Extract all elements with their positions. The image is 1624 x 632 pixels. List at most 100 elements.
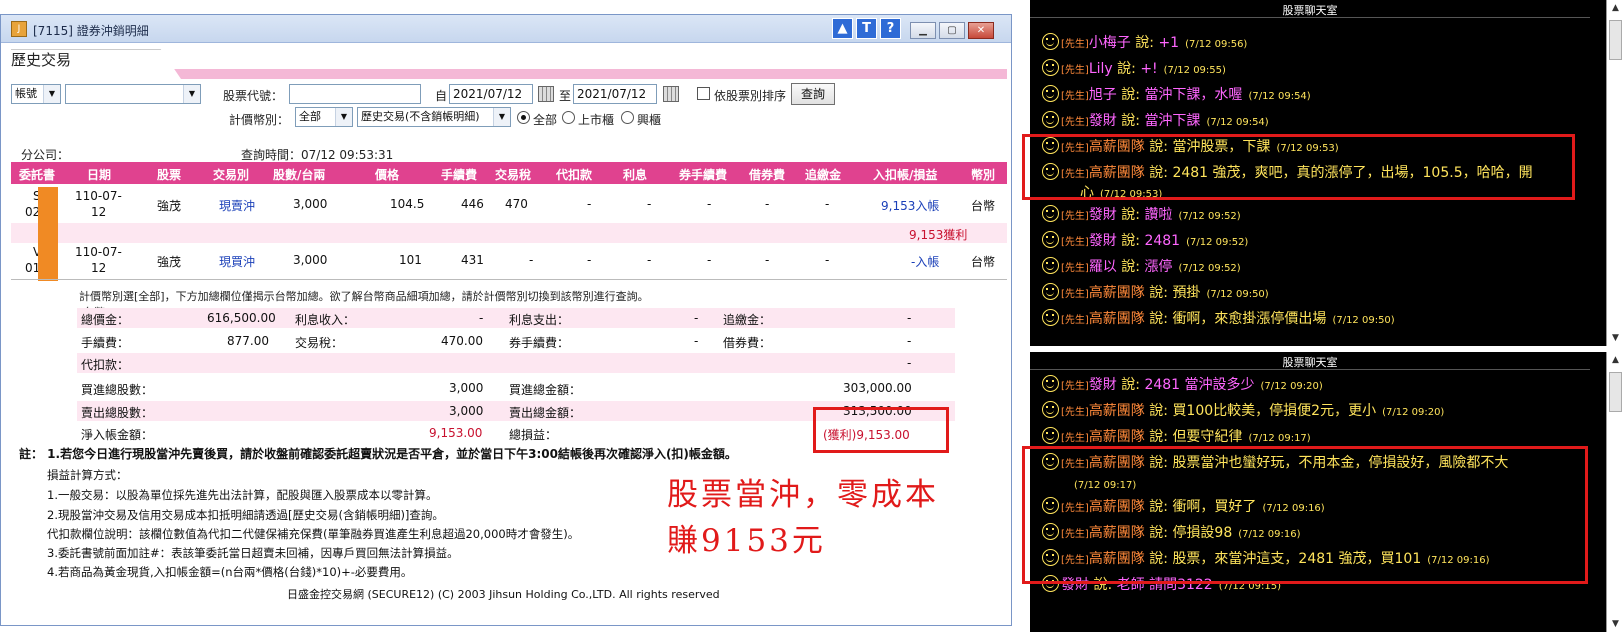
scroll-down-icon[interactable]: ▼: [1607, 330, 1624, 346]
maximize-button[interactable]: ▢: [939, 22, 965, 39]
timestamp: (7/12 09:20): [1382, 407, 1445, 418]
user-name[interactable]: 旭子: [1089, 87, 1117, 103]
summary-buy: 買進總股數： 3,000 買進總金額： 303,000.00: [77, 378, 955, 398]
interest: -: [647, 197, 652, 211]
user-name[interactable]: 發財: [1089, 233, 1117, 249]
date-from-input[interactable]: 2021/07/12: [449, 84, 533, 104]
col-shares: 股數/台兩: [273, 168, 326, 182]
scroll-up-icon[interactable]: ▲: [1607, 352, 1624, 368]
user-name[interactable]: 高薪團隊: [1089, 311, 1145, 327]
account-type-select[interactable]: 帳號 ▼: [11, 84, 61, 104]
user-name[interactable]: 高薪團隊: [1089, 403, 1145, 419]
buy-amount-label: 買進總金額：: [509, 383, 582, 397]
date-line2: 12: [91, 205, 107, 219]
stock-code-label: 股票代號：: [223, 89, 284, 103]
up-arrow-button[interactable]: ▲: [832, 18, 853, 39]
calendar-icon[interactable]: [663, 86, 679, 102]
borrow-fee-value: -: [907, 334, 912, 348]
branch-label: 分公司：: [21, 148, 70, 162]
col-margin-call: 追繳金: [805, 168, 842, 182]
interest-expense-label: 利息支出：: [509, 313, 570, 327]
user-name[interactable]: Lily: [1089, 61, 1113, 77]
borrow-fee: -: [765, 197, 770, 211]
text-button[interactable]: T: [856, 18, 877, 39]
user-name[interactable]: 發財: [1089, 113, 1117, 129]
footnote-line: 1.一般交易：以股為單位採先進先出法計算，配股與匯入股票成本以零計算。: [47, 488, 438, 502]
col-withhold: 代扣款: [556, 168, 593, 182]
scroll-thumb[interactable]: [1609, 20, 1622, 60]
user-name[interactable]: 羅以: [1089, 259, 1117, 275]
user-tag: [先生]: [1061, 433, 1089, 444]
calendar-icon[interactable]: [538, 86, 554, 102]
smiley-icon: [1042, 231, 1059, 248]
message-text: +1: [1158, 35, 1180, 51]
user-tag: [先生]: [1061, 407, 1089, 418]
query-button[interactable]: 查詢: [791, 83, 835, 105]
user-tag: [先生]: [1061, 211, 1089, 222]
fee-label: 手續費：: [81, 336, 130, 350]
chat-message: [先生]小梅子 說: +1 (7/12 09:56): [1042, 32, 1247, 58]
date-to-input[interactable]: 2021/07/12: [573, 84, 657, 104]
scrollbar[interactable]: ▲ ▼: [1606, 352, 1624, 632]
timestamp: (7/12 09:20): [1260, 381, 1323, 392]
trade-type: 現賣沖: [219, 199, 256, 213]
market-radio-emerging[interactable]: [621, 111, 634, 124]
net-value: 9,153.00: [429, 426, 483, 440]
scrollbar[interactable]: ▲ ▼: [1606, 0, 1624, 346]
stock-code-input[interactable]: [289, 84, 421, 104]
section-title: 歷史交易: [11, 51, 72, 69]
user-name[interactable]: 發財: [1089, 377, 1117, 393]
message-text: 但要守紀律: [1172, 429, 1243, 445]
timestamp: (7/12 09:54): [1206, 117, 1269, 128]
user-tag: [先生]: [1061, 289, 1089, 300]
help-button[interactable]: ?: [880, 18, 901, 39]
tax-value: 470.00: [441, 334, 483, 348]
footnote-line: 代扣款欄位說明：該欄位數值為代扣二代健保補充保費(單筆融券買進產生利息超過20,…: [47, 527, 580, 541]
sort-by-stock-checkbox[interactable]: [697, 87, 710, 100]
chat-title: 股票聊天室: [1030, 2, 1590, 18]
said-label: 說:: [1117, 61, 1136, 77]
footnote-line: 2.現股當沖交易及信用交易成本扣抵明細請透過[歷史交易(含銷帳明細)]查詢。: [47, 508, 444, 522]
message-text: 讚啦: [1144, 207, 1173, 223]
user-name[interactable]: 發財: [1089, 207, 1117, 223]
timestamp: (7/12 09:17): [1248, 433, 1311, 444]
table-row[interactable]: V 01 110-07- 12 強茂 現買沖 3,000 101 431 - -…: [11, 243, 1007, 279]
chat-message: [先生]高薪團隊 說: 衝啊，來愈掛漲停價出場 (7/12 09:50): [1042, 308, 1395, 334]
scroll-thumb[interactable]: [1609, 372, 1622, 412]
fee: 446: [461, 197, 484, 211]
date-from-prefix: 自: [435, 89, 448, 103]
table-header: 委託書 日期 股票 交易別 股數/台兩 價格 手續費 交易稅 代扣款 利息 券手…: [11, 162, 1007, 184]
close-button[interactable]: ✕: [968, 22, 994, 39]
user-tag: [先生]: [1061, 263, 1089, 274]
currency-select[interactable]: 全部 ▼: [295, 107, 353, 127]
interest-income-value: -: [479, 311, 484, 325]
chat-message: [先生]高薪團隊 說: 買100比較美，停損便2元，更小 (7/12 09:20): [1042, 400, 1444, 426]
amount: -入帳: [911, 255, 940, 269]
col-fee: 手續費: [441, 168, 478, 182]
user-name[interactable]: 小梅子: [1089, 35, 1131, 51]
user-name[interactable]: 高薪團隊: [1089, 429, 1145, 445]
scroll-down-icon[interactable]: ▼: [1607, 616, 1624, 632]
account-select[interactable]: ▼: [65, 84, 201, 104]
col-borrow-fee: 借券費: [749, 168, 786, 182]
market-option-all: 全部: [533, 113, 558, 127]
amount: 9,153入帳: [881, 199, 940, 213]
chat-title: 股票聊天室: [1030, 354, 1590, 370]
buy-shares-label: 買進總股數：: [81, 383, 154, 397]
date-line1: 110-07-: [75, 245, 122, 259]
market-radio-all[interactable]: [517, 111, 530, 124]
chat1-highlight-box: [1022, 134, 1575, 200]
fee-value: 877.00: [227, 334, 269, 348]
table-row[interactable]: S 02 110-07- 12 強茂 現賣沖 3,000 104.5 446 4…: [11, 187, 1007, 223]
smiley-icon: [1042, 59, 1059, 76]
scroll-up-icon[interactable]: ▲: [1607, 0, 1624, 16]
timestamp: (7/12 09:52): [1186, 237, 1249, 248]
market-radio-listed[interactable]: [562, 111, 575, 124]
chat2-highlight-box: [1022, 446, 1588, 584]
footnote-line: 4.若商品為黃金現貨,入扣帳金額=(n台兩*價格(台錢)*10)+-必要費用。: [47, 565, 413, 579]
minimize-button[interactable]: ▁: [910, 22, 936, 39]
user-name[interactable]: 高薪團隊: [1089, 285, 1145, 301]
tax-label: 交易稅：: [295, 336, 344, 350]
footnote-main: 註： 1.若您今日進行現股當沖先賣後買，請於收盤前確認委託超賣狀況是否平倉，並於…: [19, 447, 737, 461]
history-type-select[interactable]: 歷史交易(不含銷帳明細) ▼: [357, 107, 511, 127]
